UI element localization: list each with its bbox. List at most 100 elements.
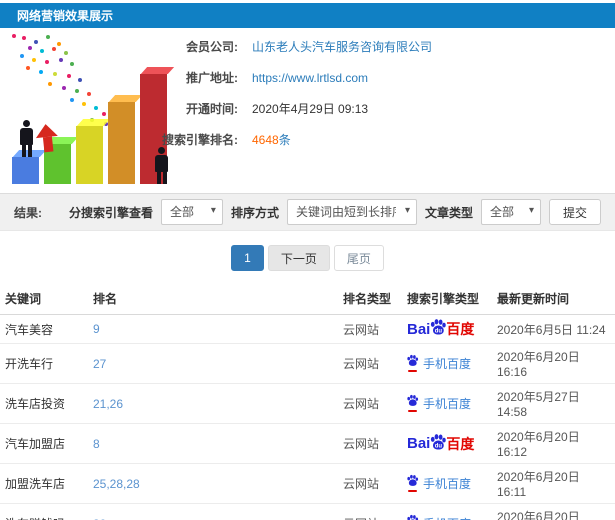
info-section: 会员公司: 山东老人头汽车服务咨询有限公司 推广地址: https://www.…	[0, 28, 615, 193]
updated-time-cell: 2020年6月20日 16:12	[492, 423, 615, 464]
table-row: 开洗车行 27 云网站 手机百度 2020年6月20日 16:16	[0, 343, 615, 384]
app-header: 网络营销效果展示	[0, 3, 615, 28]
open-time-label: 开通时间:	[186, 102, 238, 116]
rank-type-cell: 云网站	[338, 503, 402, 520]
baidu-mobile-label: 手机百度	[423, 357, 472, 371]
rank-count-value: 4648条	[252, 131, 291, 148]
filter-controls: 分搜索引擎查看 全部 排序方式 关键词由短到长排序 文章类型 全部 提交	[69, 199, 601, 225]
baidu-mobile-app-icon	[407, 514, 419, 520]
info-row-url: 推广地址: https://www.lrtlsd.com	[0, 69, 615, 86]
baidu-mobile-redbar-icon	[408, 369, 417, 372]
baidu-mobile-logo: 手机百度	[407, 354, 472, 372]
updated-time-cell: 2020年6月5日 11:24	[492, 314, 615, 344]
page: 网络营销效果展示 会员公司: 山东老人头汽车服务咨询有限公司 推广地址: htt…	[0, 0, 615, 520]
baidu-mobile-logo: 手机百度	[407, 394, 472, 412]
baidu-logo-text-bai: Bai	[407, 320, 431, 338]
table-row: 洗车赚钱吗 30 云网站 手机百度 2020年6月20日 16:12	[0, 503, 615, 520]
rank-count-number: 4648	[252, 133, 279, 147]
rank-cell: 21,26	[88, 383, 338, 424]
member-info-fields: 会员公司: 山东老人头汽车服务咨询有限公司 推广地址: https://www.…	[0, 38, 615, 162]
article-type-label: 文章类型	[424, 205, 473, 220]
col-header-rank-type: 排名类型	[338, 283, 402, 315]
page-title: 网络营销效果展示	[17, 9, 114, 23]
promo-url-link[interactable]: https://www.lrtlsd.com	[252, 71, 368, 85]
keyword-cell: 汽车加盟店	[0, 423, 88, 464]
baidu-mobile-label: 手机百度	[423, 477, 472, 491]
baidu-mobile-label: 手机百度	[423, 397, 472, 411]
updated-time-cell: 2020年6月20日 16:11	[492, 463, 615, 504]
rank-type-cell: 云网站	[338, 423, 402, 464]
sort-select-wrapper: 关键词由短到长排序	[286, 199, 417, 225]
keyword-cell: 洗车赚钱吗	[0, 503, 88, 520]
info-row-open-time: 开通时间: 2020年4月29日 09:13	[0, 100, 615, 117]
svg-text:du: du	[435, 329, 443, 335]
filter-bar: 结果: 分搜索引擎查看 全部 排序方式 关键词由短到长排序 文章类型 全部 提交	[0, 193, 615, 231]
table-header: 关键词 排名 排名类型 搜索引擎类型 最新更新时间	[0, 283, 615, 315]
sort-select[interactable]: 关键词由短到长排序	[286, 199, 417, 225]
baidu-mobile-logo: 手机百度	[407, 514, 471, 520]
last-page-button[interactable]: 尾页	[333, 245, 384, 271]
table-row: 汽车加盟店 8 云网站 Bai du 百度 2020年6月20日 16:12	[0, 423, 615, 464]
baidu-mobile-app-icon	[407, 394, 419, 412]
rank-cell: 27	[88, 343, 338, 384]
baidu-paw-icon	[407, 474, 419, 486]
rank-type-cell: 云网站	[338, 383, 402, 424]
open-time-value: 2020年4月29日 09:13	[252, 102, 369, 116]
engine-type-cell: 手机百度	[402, 463, 492, 504]
svg-text:du: du	[435, 443, 443, 449]
baidu-paw-icon	[407, 394, 419, 406]
rank-type-cell: 云网站	[338, 343, 402, 384]
pagination: 1 下一页 尾页	[0, 245, 615, 271]
submit-button[interactable]: 提交	[548, 199, 601, 225]
engine-select[interactable]: 全部	[160, 199, 223, 225]
baidu-paw-icon: du	[431, 433, 447, 449]
rank-count-unit: 条	[278, 133, 291, 147]
col-header-keyword: 关键词	[0, 283, 88, 315]
engine-filter-label: 分搜索引擎查看	[68, 205, 153, 220]
baidu-paw-icon: du	[431, 319, 447, 335]
rank-cell: 9	[88, 314, 338, 344]
rank-cell: 25,28,28	[88, 463, 338, 504]
page-button-1[interactable]: 1	[231, 245, 264, 271]
next-page-button[interactable]: 下一页	[267, 245, 330, 271]
baidu-mobile-app-icon	[407, 474, 419, 492]
company-link[interactable]: 山东老人头汽车服务咨询有限公司	[252, 38, 432, 55]
rank-type-cell: 云网站	[338, 463, 402, 504]
col-header-engine-type: 搜索引擎类型	[402, 283, 492, 315]
article-select-wrapper: 全部	[480, 199, 541, 225]
table-row: 加盟洗车店 25,28,28 云网站 手机百度 2020年6月20日 16:11	[0, 463, 615, 504]
engine-select-wrapper: 全部	[160, 199, 223, 225]
keyword-cell: 开洗车行	[0, 343, 88, 384]
engine-type-cell: 手机百度	[402, 383, 492, 424]
engine-type-cell: 手机百度	[402, 343, 492, 384]
rank-cell: 30	[88, 503, 338, 520]
baidu-logo-text-baidu: 百度	[446, 321, 475, 337]
updated-time-cell: 2020年5月27日 14:58	[492, 383, 615, 424]
col-header-rank: 排名	[88, 283, 338, 315]
promo-url-label: 推广地址:	[186, 71, 238, 85]
rank-count-label: 搜索引擎排名:	[162, 133, 238, 147]
engine-type-cell: 手机百度	[402, 503, 492, 520]
baidu-pc-logo: Bai du 百度	[407, 319, 474, 339]
article-select[interactable]: 全部	[480, 199, 541, 225]
baidu-mobile-label: 手机百度	[423, 515, 471, 520]
company-label: 会员公司:	[186, 40, 238, 54]
baidu-paw-icon	[407, 354, 419, 366]
baidu-logo-text-bai: Bai	[407, 435, 431, 452]
updated-time-cell: 2020年6月20日 16:16	[492, 343, 615, 384]
baidu-mobile-redbar-icon	[408, 409, 417, 412]
table-row: 汽车美容 9 云网站 Bai du 百度 2020年6月5日 11:24	[0, 314, 615, 344]
table-body: 汽车美容 9 云网站 Bai du 百度 2020年6月5日 11:24 开洗车行 …	[0, 314, 615, 520]
baidu-mobile-logo: 手机百度	[407, 474, 472, 492]
baidu-pc-logo: Bai du 百度	[407, 433, 475, 454]
baidu-logo-text-baidu: 百度	[446, 435, 475, 452]
keyword-cell: 洗车店投资	[0, 383, 88, 424]
rank-cell: 8	[88, 423, 338, 464]
result-label: 结果:	[14, 205, 42, 220]
col-header-updated: 最新更新时间	[492, 283, 615, 315]
keyword-cell: 加盟洗车店	[0, 463, 88, 504]
baidu-paw-icon	[407, 514, 419, 520]
rankings-table: 关键词 排名 排名类型 搜索引擎类型 最新更新时间 汽车美容 9 云网站 Bai…	[0, 283, 615, 520]
baidu-mobile-app-icon	[407, 354, 419, 372]
updated-time-cell: 2020年6月20日 16:12	[492, 503, 615, 520]
